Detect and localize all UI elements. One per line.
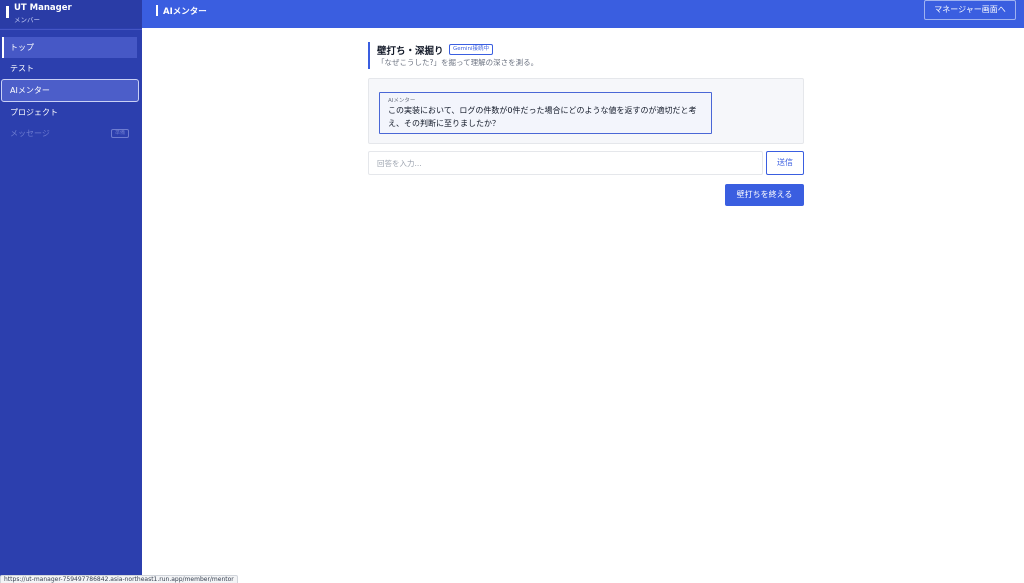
- coming-soon-badge: 準備: [110, 129, 129, 138]
- gemini-status-badge: Gemini接続中: [449, 44, 494, 55]
- sidebar-item-top[interactable]: トップ: [2, 37, 137, 58]
- sidebar-divider: [0, 29, 142, 30]
- chat-panel: AIメンター この実装において、ログの件数が0件だった場合にどのような値を返すの…: [368, 78, 804, 144]
- sidebar-item-label: プロジェクト: [10, 108, 58, 117]
- sidebar-item-label: トップ: [10, 43, 34, 52]
- finish-session-button[interactable]: 壁打ちを終える: [725, 184, 804, 206]
- sidebar-item-label: メッセージ: [10, 129, 50, 138]
- user-role: メンバー: [14, 16, 40, 24]
- section-subtitle: 「なぜこうした?」を掘って理解の深さを測る。: [377, 58, 539, 67]
- sidebar-item-project[interactable]: プロジェクト: [2, 102, 137, 123]
- header-accent-bar: [156, 5, 158, 16]
- status-bar-url: https://ut-manager-759497786842.asia-nor…: [0, 575, 238, 583]
- section-header: 壁打ち・深掘り Gemini接続中 「なぜこうした?」を掘って理解の深さを測る。: [368, 42, 568, 69]
- send-button[interactable]: 送信: [766, 151, 804, 175]
- section-title: 壁打ち・深掘り: [377, 46, 444, 57]
- answer-input[interactable]: [368, 151, 763, 175]
- sidebar-item-test[interactable]: テスト: [2, 58, 137, 79]
- sidebar-item-label: テスト: [10, 64, 34, 73]
- app-title: UT Manager: [14, 3, 72, 13]
- mentor-message: AIメンター この実装において、ログの件数が0件だった場合にどのような値を返すの…: [379, 92, 712, 134]
- message-text: この実装において、ログの件数が0件だった場合にどのような値を返すのが適切だと考え…: [388, 106, 697, 128]
- manager-screen-button[interactable]: マネージャー画面へ: [924, 0, 1016, 20]
- sidebar-item-label: AIメンター: [10, 86, 50, 95]
- top-header: AIメンター マネージャー画面へ: [142, 0, 1024, 28]
- brand-header: UT Manager メンバー: [0, 0, 142, 28]
- sidebar-item-message: メッセージ 準備: [2, 123, 137, 144]
- sidebar: UT Manager メンバー トップ テスト AIメンター プロジェクト メッ…: [0, 0, 142, 583]
- brand-accent-bar: [6, 6, 9, 18]
- message-sender: AIメンター: [388, 98, 416, 104]
- sidebar-item-ai-mentor[interactable]: AIメンター: [1, 79, 139, 102]
- page-title: AIメンター: [163, 7, 207, 17]
